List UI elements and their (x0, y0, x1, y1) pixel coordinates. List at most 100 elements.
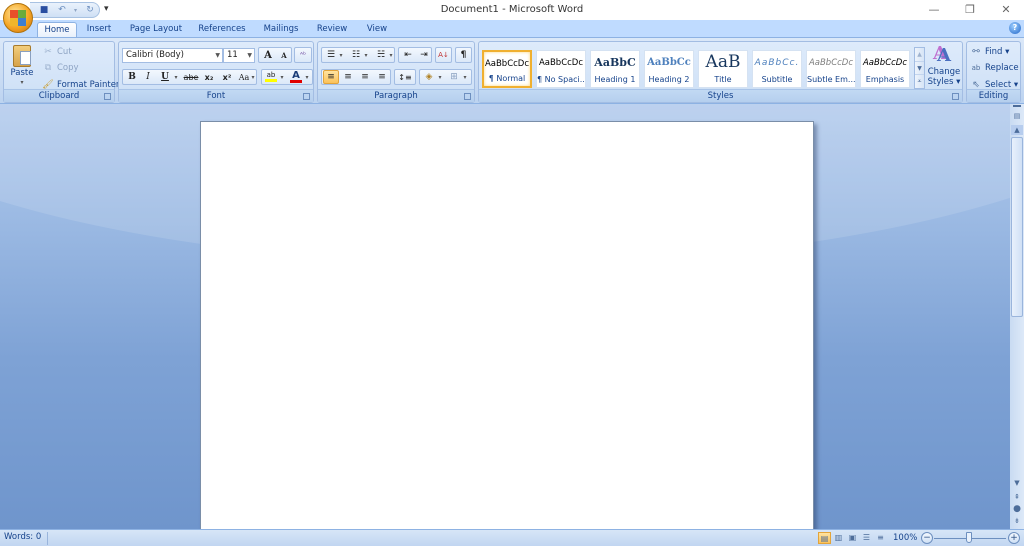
draft-view-button[interactable]: ≡ (874, 532, 887, 544)
style-no-spacing[interactable]: AaBbCcDc ¶ No Spaci... (536, 50, 586, 88)
scroll-up-button[interactable]: ▲ (1011, 125, 1023, 135)
style-normal[interactable]: AaBbCcDc ¶ Normal (482, 50, 532, 88)
document-page[interactable] (200, 121, 814, 529)
gallery-down-icon[interactable]: ▼ (915, 61, 924, 74)
tab-review[interactable]: Review (312, 22, 352, 38)
font-color-dropdown-icon[interactable]: ▾ (304, 70, 310, 84)
tab-insert[interactable]: Insert (82, 22, 116, 38)
list-box: ☰ ▾ ☷ ▾ ☵ ▾ (321, 47, 395, 63)
change-styles-button[interactable]: A Change Styles ▾ (927, 45, 961, 87)
next-page-button[interactable]: ⇟ (1011, 516, 1023, 526)
numbering-button[interactable]: ☷ (349, 48, 363, 62)
clipboard-dialog-launcher[interactable] (104, 93, 111, 100)
vertical-scrollbar[interactable]: ▤ ▲ ▼ ⇞ ● ⇟ (1010, 104, 1024, 529)
strikethrough-button[interactable]: abe (183, 70, 199, 84)
style-emphasis[interactable]: AaBbCcDc Emphasis (860, 50, 910, 88)
chevron-down-icon[interactable]: ▼ (215, 49, 220, 62)
customize-quick-access-icon[interactable]: ▾ (104, 4, 109, 14)
change-case-dropdown-icon[interactable]: ▾ (250, 70, 256, 84)
shrink-font-button[interactable]: A (276, 48, 292, 62)
print-layout-view-button[interactable]: ▤ (818, 532, 831, 544)
close-button[interactable]: ✕ (996, 3, 1016, 16)
style-heading-1[interactable]: AaBbC Heading 1 (590, 50, 640, 88)
align-right-button[interactable]: ≡ (357, 70, 373, 84)
show-marks-button[interactable]: ¶ (455, 47, 472, 63)
scroll-thumb[interactable] (1011, 137, 1023, 317)
font-color-button[interactable]: A (289, 70, 303, 84)
office-button[interactable] (3, 3, 33, 33)
style-heading-2[interactable]: AaBbCc Heading 2 (644, 50, 694, 88)
decrease-indent-button[interactable]: ⇤ (400, 48, 416, 62)
center-button[interactable]: ≡ (340, 70, 356, 84)
help-icon[interactable]: ? (1009, 22, 1021, 34)
sort-button[interactable]: A↓ (435, 47, 452, 63)
borders-dropdown-icon[interactable]: ▾ (462, 70, 468, 84)
zoom-out-button[interactable]: − (921, 532, 933, 544)
bold-button[interactable]: B (125, 70, 139, 84)
minimize-button[interactable]: — (924, 3, 944, 16)
scroll-down-button[interactable]: ▼ (1011, 478, 1023, 488)
increase-indent-button[interactable]: ⇥ (416, 48, 432, 62)
multilevel-dropdown-icon[interactable]: ▾ (388, 48, 394, 62)
find-button[interactable]: ⚯ Find ▾ (970, 46, 1009, 58)
tab-home[interactable]: Home (37, 22, 77, 38)
split-handle[interactable] (1013, 105, 1021, 109)
font-size-combo[interactable]: 11 ▼ (223, 48, 255, 63)
shading-button[interactable]: ◈ (422, 70, 436, 84)
tab-mailings[interactable]: Mailings (258, 22, 304, 38)
chevron-down-icon[interactable]: ▼ (247, 49, 252, 62)
web-layout-view-button[interactable]: ▣ (846, 532, 859, 544)
previous-page-button[interactable]: ⇞ (1011, 492, 1023, 502)
select-browse-object-button[interactable]: ● (1011, 504, 1023, 514)
style-title[interactable]: AaB Title (698, 50, 748, 88)
tab-page-layout[interactable]: Page Layout (126, 22, 186, 38)
borders-button[interactable]: ⊞ (447, 70, 461, 84)
tab-view[interactable]: View (360, 22, 394, 38)
font-dialog-launcher[interactable] (303, 93, 310, 100)
gallery-more-icon[interactable]: ⩡ (915, 74, 924, 87)
word-count[interactable]: Words: 0 (4, 532, 49, 545)
save-icon[interactable]: ■ (38, 4, 50, 16)
justify-button[interactable]: ≡ (374, 70, 390, 84)
font-name-combo[interactable]: Calibri (Body) ▼ (122, 48, 223, 63)
align-left-button[interactable]: ≡ (323, 70, 339, 84)
line-spacing-button[interactable]: ↕≡ (394, 69, 416, 85)
pilcrow-icon: ¶ (460, 50, 467, 60)
highlight-dropdown-icon[interactable]: ▾ (279, 70, 285, 84)
bullets-button[interactable]: ☰ (324, 48, 338, 62)
zoom-slider-thumb[interactable] (966, 532, 972, 543)
full-screen-reading-view-button[interactable]: ▥ (832, 532, 845, 544)
paste-button[interactable]: Paste ▾ (8, 45, 36, 86)
styles-dialog-launcher[interactable] (952, 93, 959, 100)
style-preview: AaBbCcDc (808, 58, 854, 68)
copy-button[interactable]: ⧉ Copy (42, 62, 79, 74)
grow-font-button[interactable]: A (260, 48, 276, 62)
restore-button[interactable]: ❐ (960, 3, 980, 16)
outline-view-button[interactable]: ☰ (860, 532, 873, 544)
highlight-button[interactable]: ab (264, 70, 278, 84)
style-subtle-emphasis[interactable]: AaBbCcDc Subtle Em... (806, 50, 856, 88)
cut-button[interactable]: ✂ Cut (42, 46, 71, 58)
redo-icon[interactable]: ↻ (84, 4, 96, 16)
bullets-dropdown-icon[interactable]: ▾ (338, 48, 344, 62)
superscript-button[interactable]: x² (220, 70, 234, 84)
style-subtitle[interactable]: AaBbCc. Subtitle (752, 50, 802, 88)
multilevel-list-button[interactable]: ☵ (374, 48, 388, 62)
subscript-button[interactable]: x₂ (202, 70, 216, 84)
undo-dropdown-icon[interactable]: ▾ (74, 7, 78, 14)
tab-references[interactable]: References (194, 22, 250, 38)
undo-icon[interactable]: ↶ (56, 4, 68, 16)
gallery-up-icon[interactable]: ▲ (915, 48, 924, 61)
underline-button[interactable]: U (158, 70, 172, 84)
underline-dropdown-icon[interactable]: ▾ (172, 70, 180, 84)
change-case-button[interactable]: Aa (237, 70, 251, 84)
numbering-dropdown-icon[interactable]: ▾ (363, 48, 369, 62)
clear-formatting-button[interactable]: ᴬᵇ (294, 47, 312, 63)
view-ruler-icon[interactable]: ▤ (1011, 111, 1023, 121)
zoom-level[interactable]: 100% (893, 533, 917, 543)
zoom-in-button[interactable]: + (1008, 532, 1020, 544)
shading-dropdown-icon[interactable]: ▾ (437, 70, 443, 84)
replace-button[interactable]: ab Replace (970, 62, 1019, 74)
italic-button[interactable]: I (141, 70, 155, 84)
paragraph-dialog-launcher[interactable] (464, 93, 471, 100)
